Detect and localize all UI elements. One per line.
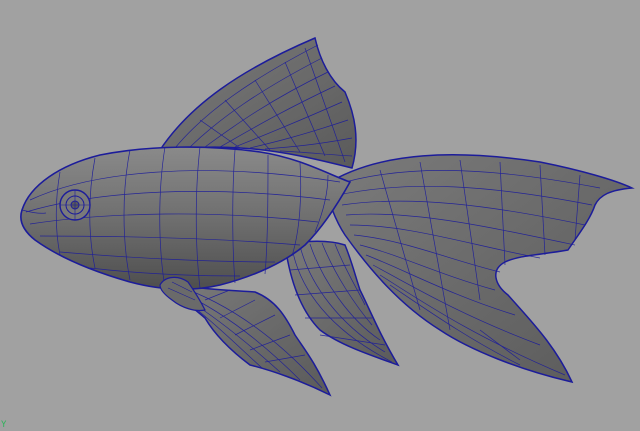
eye (59, 189, 91, 221)
fish-model[interactable] (0, 0, 640, 431)
3d-viewport[interactable]: Y (0, 0, 640, 431)
axis-indicator: Y (1, 420, 7, 430)
